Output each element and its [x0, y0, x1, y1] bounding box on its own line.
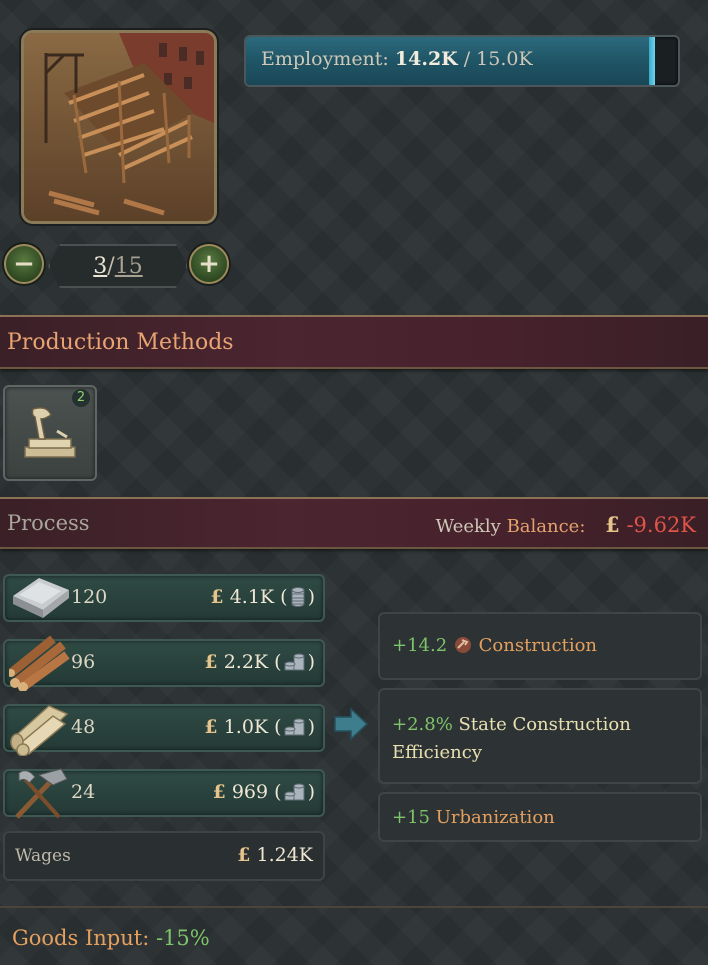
divider: [0, 906, 708, 908]
input-quantity: 24: [71, 781, 96, 803]
method-count-badge: 2: [72, 389, 90, 407]
building-level: 3/15: [48, 244, 188, 288]
employment-current: 14.2K: [394, 48, 458, 70]
input-cost: £ 1.0K (): [204, 716, 315, 738]
input-row-tools[interactable]: 24 £ 969 (): [3, 768, 325, 819]
iron-ingot-icon: [13, 578, 69, 618]
employment-bar[interactable]: Employment: 14.2K / 15.0K: [244, 35, 680, 87]
coin-pile-icon: [284, 653, 305, 671]
input-cost: £ 4.1K (): [210, 586, 315, 608]
output-construction[interactable]: +14.2 Construction: [378, 612, 702, 680]
production-method-button[interactable]: 2: [3, 385, 97, 481]
tools-icon: [15, 768, 68, 819]
coin-stack-icon: [291, 587, 305, 607]
input-quantity: 120: [71, 586, 108, 608]
level-separator: /: [107, 253, 115, 279]
output-value: +2.8%: [392, 714, 453, 735]
balance-label: Balance:: [506, 516, 586, 537]
weekly-balance: Weekly Balance: £ -9.62K: [436, 512, 696, 537]
construction-method-icon: [24, 407, 76, 458]
construction-icon: [454, 637, 471, 653]
employment-label: Employment:: [261, 48, 389, 70]
output-label: Urbanization: [435, 807, 555, 828]
output-value: +14.2: [392, 635, 448, 656]
production-methods-title: Production Methods: [7, 330, 234, 355]
output-value: +15: [392, 807, 430, 828]
process-title: Process: [7, 511, 90, 535]
minus-icon: −: [13, 249, 35, 279]
wages-label: Wages: [15, 846, 71, 866]
process-header: Process Weekly Balance: £ -9.62K: [0, 497, 708, 549]
weekly-label: Weekly: [435, 516, 507, 537]
input-row-iron[interactable]: 120 £ 4.1K (): [3, 574, 325, 622]
production-methods-header: Production Methods: [0, 315, 708, 369]
input-row-fabric[interactable]: 48 £ 1.0K (): [3, 704, 325, 756]
output-label: Construction: [478, 635, 598, 656]
level-current: 3: [93, 253, 108, 279]
currency-symbol: £: [605, 512, 620, 537]
right-arrow-icon: [334, 707, 369, 741]
output-urbanization[interactable]: +15 Urbanization: [378, 792, 702, 842]
fabric-rolls-icon: [10, 705, 69, 756]
employment-max: / 15.0K: [463, 48, 533, 70]
input-cost: £ 969 (): [212, 781, 315, 803]
coin-pile-icon: [284, 783, 305, 801]
wages-amount: £ 1.24K: [237, 844, 313, 866]
goods-input-value: -15%: [155, 926, 210, 950]
level-max: 15: [114, 253, 143, 279]
building-image[interactable]: [21, 30, 217, 224]
input-cost: £ 2.2K (): [204, 651, 315, 673]
coin-pile-icon: [284, 718, 305, 736]
decrease-level-button[interactable]: −: [4, 244, 44, 284]
input-row-wood[interactable]: 96 £ 2.2K (): [3, 635, 325, 691]
output-state-construction-efficiency[interactable]: +2.8% State Construction Efficiency: [378, 688, 702, 784]
input-quantity: 96: [71, 651, 96, 673]
input-quantity: 48: [71, 716, 96, 738]
wood-logs-icon: [9, 635, 70, 691]
construction-sector-image: [24, 33, 214, 221]
increase-level-button[interactable]: +: [189, 244, 229, 284]
wages-row[interactable]: Wages £ 1.24K: [3, 831, 325, 881]
goods-input[interactable]: Goods Input: -15%: [12, 926, 210, 950]
plus-icon: +: [198, 249, 220, 279]
goods-input-label: Goods Input: [12, 926, 143, 950]
employment-text: Employment: 14.2K / 15.0K: [261, 48, 533, 70]
weekly-balance-amount: -9.62K: [626, 513, 696, 537]
